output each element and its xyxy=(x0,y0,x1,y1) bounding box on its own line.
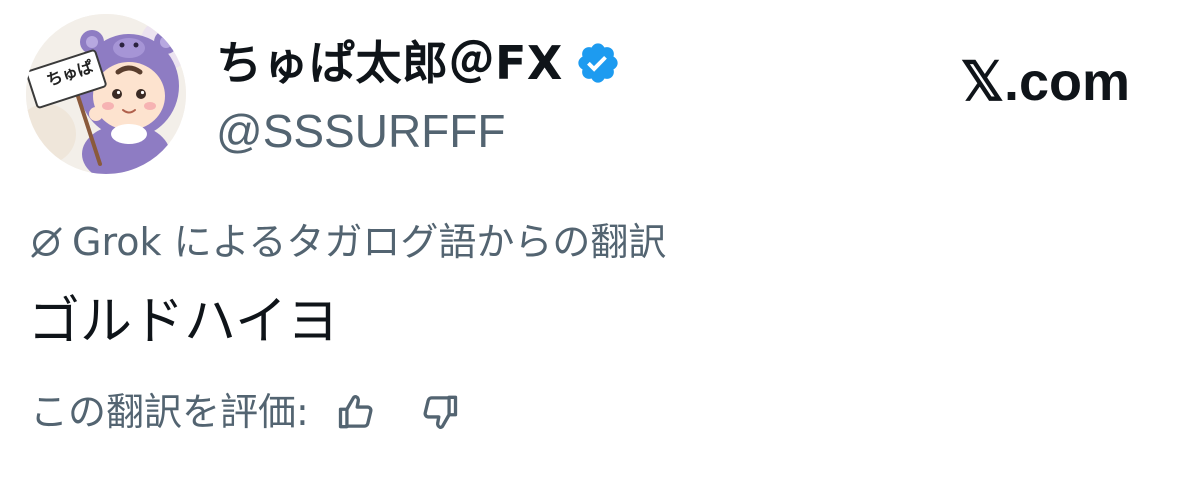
thumbs-down-button[interactable] xyxy=(415,388,463,436)
verified-badge-icon xyxy=(578,43,618,83)
x-com-logo: 𝕏.com xyxy=(960,52,1130,112)
avatar[interactable]: ちゅぱ xyxy=(26,14,186,174)
translation-label-text: Grok によるタガログ語からの翻訳 xyxy=(72,220,667,264)
author-info: ちゅぱ太郎＠FX @SSSURFFF xyxy=(216,32,916,162)
thumbs-up-button[interactable] xyxy=(333,388,381,436)
avatar-illustration xyxy=(26,14,186,174)
display-name[interactable]: ちゅぱ太郎＠FX xyxy=(216,32,563,94)
grok-icon xyxy=(31,227,62,258)
display-name-row: ちゅぱ太郎＠FX xyxy=(216,32,916,94)
translated-text: ゴルドハイヨ xyxy=(28,292,339,352)
tweet-header: ちゅぱ ちゅぱ太郎＠FX @SSSURFFF 𝕏.com xyxy=(26,14,1156,174)
author-handle[interactable]: @SSSURFFF xyxy=(216,100,916,162)
thumbs-up-icon xyxy=(338,394,373,429)
translation-source-label: Grok によるタガログ語からの翻訳 xyxy=(26,216,666,268)
rate-translation-row: この翻訳を評価: xyxy=(30,384,463,440)
rate-translation-label: この翻訳を評価: xyxy=(30,390,309,434)
thumbs-down-icon xyxy=(423,395,457,430)
